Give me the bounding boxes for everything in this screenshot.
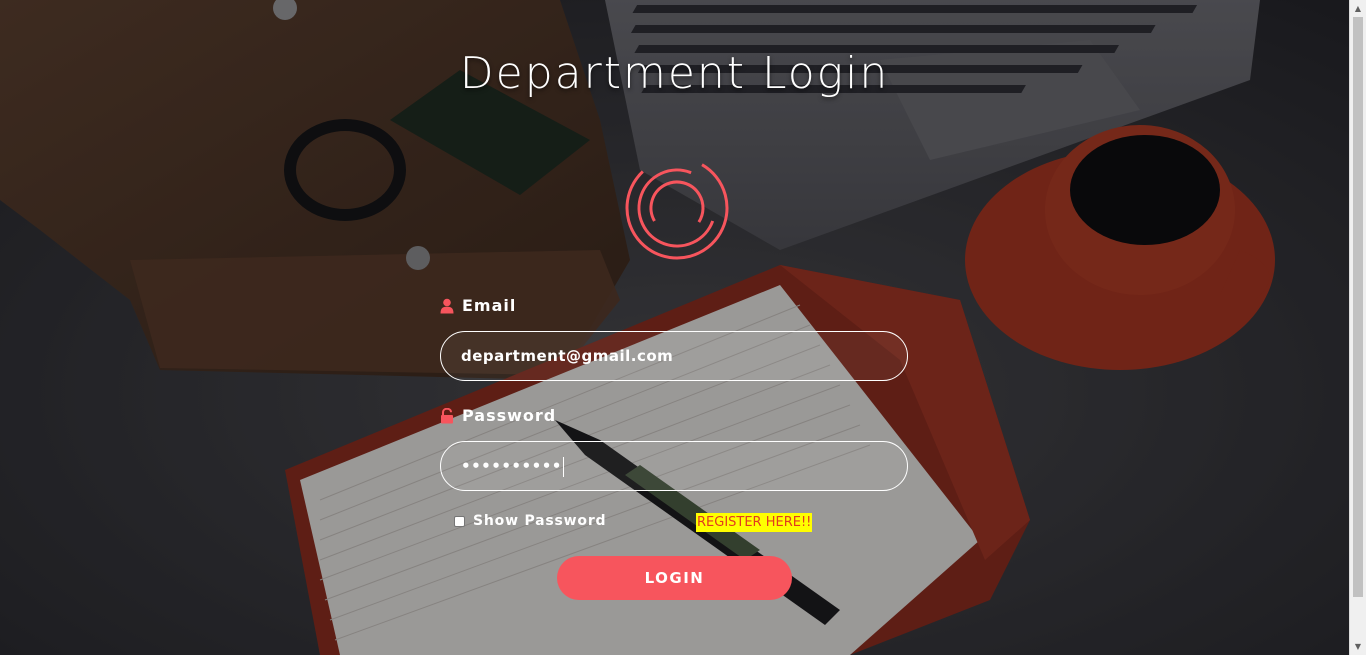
scroll-down-arrow-icon[interactable]: ▼ (1350, 638, 1366, 655)
show-password-checkbox[interactable] (454, 515, 465, 527)
spinner-icon (625, 156, 729, 260)
vertical-scrollbar[interactable]: ▲ ▼ (1349, 0, 1366, 655)
text-caret (562, 456, 564, 477)
password-value: •••••••••• (461, 457, 562, 475)
scroll-up-arrow-icon[interactable]: ▲ (1350, 0, 1366, 17)
show-password-label[interactable]: Show Password (473, 513, 606, 529)
show-password-row: Show Password (454, 513, 606, 529)
login-page: Department Login Email department@gmail.… (0, 0, 1366, 655)
page-title: Department Login (459, 48, 890, 99)
scrollbar-thumb[interactable] (1353, 17, 1363, 597)
password-label: Password (462, 406, 557, 425)
user-icon (440, 298, 454, 313)
email-value: department@gmail.com (461, 347, 674, 365)
unlock-icon (441, 407, 453, 423)
password-field[interactable]: •••••••••• (440, 441, 908, 491)
login-button[interactable]: LOGIN (557, 556, 792, 600)
email-label-row: Email (440, 296, 516, 315)
register-link[interactable]: REGISTER HERE!! (696, 513, 813, 532)
email-label: Email (462, 296, 517, 315)
password-label-row: Password (440, 406, 556, 425)
email-field[interactable]: department@gmail.com (440, 331, 908, 381)
